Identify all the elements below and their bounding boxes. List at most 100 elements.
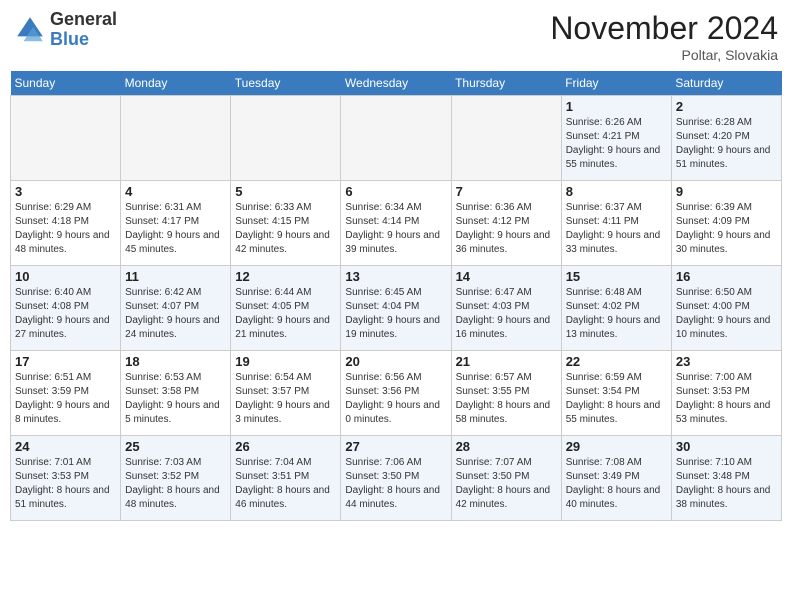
calendar-day: 20Sunrise: 6:56 AM Sunset: 3:56 PM Dayli… <box>341 351 451 436</box>
day-number: 17 <box>15 354 116 369</box>
day-info: Sunrise: 6:44 AM Sunset: 4:05 PM Dayligh… <box>235 286 336 342</box>
day-info: Sunrise: 6:42 AM Sunset: 4:07 PM Dayligh… <box>125 286 226 342</box>
calendar-week-5: 24 Sunrise: 7:01 AM Sunset: 3:53 PM Dayli… <box>11 436 782 521</box>
day-info: Sunrise: 7:03 AM Sunset: 3:52 PM Dayligh… <box>125 456 226 512</box>
logo: General Blue <box>14 10 117 50</box>
day-number: 29 <box>566 439 667 454</box>
day-number: 13 <box>345 269 446 284</box>
calendar-day: 7 Sunrise: 6:36 AM Sunset: 4:12 PM Daylig… <box>451 181 561 266</box>
calendar-day: 11 Sunrise: 6:42 AM Sunset: 4:07 PM Dayli… <box>121 266 231 351</box>
calendar-day: 15 Sunrise: 6:48 AM Sunset: 4:02 PM Dayli… <box>561 266 671 351</box>
calendar-table: SundayMondayTuesdayWednesdayThursdayFrid… <box>10 71 782 521</box>
day-number: 25 <box>125 439 226 454</box>
day-info: Sunrise: 6:36 AM Sunset: 4:12 PM Dayligh… <box>456 201 557 257</box>
calendar-day: 2Sunrise: 6:28 AM Sunset: 4:20 PM Daylig… <box>671 96 781 181</box>
calendar-day: 4 Sunrise: 6:31 AM Sunset: 4:17 PM Daylig… <box>121 181 231 266</box>
calendar-week-4: 17 Sunrise: 6:51 AM Sunset: 3:59 PM Dayli… <box>11 351 782 436</box>
day-number: 2 <box>676 99 777 114</box>
calendar-body: 1Sunrise: 6:26 AM Sunset: 4:21 PM Daylig… <box>11 96 782 521</box>
day-header-thursday: Thursday <box>451 71 561 96</box>
day-number: 11 <box>125 269 226 284</box>
day-number: 5 <box>235 184 336 199</box>
day-info: Sunrise: 6:31 AM Sunset: 4:17 PM Dayligh… <box>125 201 226 257</box>
day-info: Sunrise: 7:08 AM Sunset: 3:49 PM Dayligh… <box>566 456 667 512</box>
day-header-saturday: Saturday <box>671 71 781 96</box>
calendar-day: 6 Sunrise: 6:34 AM Sunset: 4:14 PM Daylig… <box>341 181 451 266</box>
day-header-sunday: Sunday <box>11 71 121 96</box>
calendar-day: 29 Sunrise: 7:08 AM Sunset: 3:49 PM Dayli… <box>561 436 671 521</box>
day-info: Sunrise: 7:01 AM Sunset: 3:53 PM Dayligh… <box>15 456 116 512</box>
calendar-day: 8 Sunrise: 6:37 AM Sunset: 4:11 PM Daylig… <box>561 181 671 266</box>
day-info: Sunrise: 6:59 AM Sunset: 3:54 PM Dayligh… <box>566 371 667 427</box>
day-number: 14 <box>456 269 557 284</box>
day-number: 21 <box>456 354 557 369</box>
calendar-day <box>231 96 341 181</box>
day-number: 7 <box>456 184 557 199</box>
day-info: Sunrise: 6:50 AM Sunset: 4:00 PM Dayligh… <box>676 286 777 342</box>
day-number: 8 <box>566 184 667 199</box>
day-info: Sunrise: 6:51 AM Sunset: 3:59 PM Dayligh… <box>15 371 116 427</box>
day-info: Sunrise: 6:34 AM Sunset: 4:14 PM Dayligh… <box>345 201 446 257</box>
day-info: Sunrise: 6:47 AM Sunset: 4:03 PM Dayligh… <box>456 286 557 342</box>
day-info: Sunrise: 6:33 AM Sunset: 4:15 PM Dayligh… <box>235 201 336 257</box>
logo-icon <box>14 14 46 46</box>
logo-blue-text: Blue <box>50 30 117 50</box>
calendar-day: 13 Sunrise: 6:45 AM Sunset: 4:04 PM Dayli… <box>341 266 451 351</box>
title-block: November 2024 Poltar, Slovakia <box>550 10 778 63</box>
day-header-tuesday: Tuesday <box>231 71 341 96</box>
day-info: Sunrise: 7:07 AM Sunset: 3:50 PM Dayligh… <box>456 456 557 512</box>
calendar-day: 27 Sunrise: 7:06 AM Sunset: 3:50 PM Dayli… <box>341 436 451 521</box>
day-info: Sunrise: 7:06 AM Sunset: 3:50 PM Dayligh… <box>345 456 446 512</box>
day-info: Sunrise: 6:37 AM Sunset: 4:11 PM Dayligh… <box>566 201 667 257</box>
day-number: 6 <box>345 184 446 199</box>
calendar-day: 28Sunrise: 7:07 AM Sunset: 3:50 PM Dayli… <box>451 436 561 521</box>
calendar-day: 18 Sunrise: 6:53 AM Sunset: 3:58 PM Dayli… <box>121 351 231 436</box>
day-number: 1 <box>566 99 667 114</box>
calendar-day <box>11 96 121 181</box>
logo-general-text: General <box>50 10 117 30</box>
day-info: Sunrise: 6:29 AM Sunset: 4:18 PM Dayligh… <box>15 201 116 257</box>
day-number: 16 <box>676 269 777 284</box>
calendar-day: 3 Sunrise: 6:29 AM Sunset: 4:18 PM Daylig… <box>11 181 121 266</box>
calendar-day: 26Sunrise: 7:04 AM Sunset: 3:51 PM Dayli… <box>231 436 341 521</box>
day-info: Sunrise: 6:48 AM Sunset: 4:02 PM Dayligh… <box>566 286 667 342</box>
day-info: Sunrise: 6:39 AM Sunset: 4:09 PM Dayligh… <box>676 201 777 257</box>
day-number: 22 <box>566 354 667 369</box>
day-number: 12 <box>235 269 336 284</box>
day-header-wednesday: Wednesday <box>341 71 451 96</box>
day-number: 18 <box>125 354 226 369</box>
day-info: Sunrise: 6:45 AM Sunset: 4:04 PM Dayligh… <box>345 286 446 342</box>
days-of-week-row: SundayMondayTuesdayWednesdayThursdayFrid… <box>11 71 782 96</box>
calendar-header: SundayMondayTuesdayWednesdayThursdayFrid… <box>11 71 782 96</box>
day-info: Sunrise: 6:57 AM Sunset: 3:55 PM Dayligh… <box>456 371 557 427</box>
calendar-day <box>121 96 231 181</box>
day-number: 9 <box>676 184 777 199</box>
calendar-day: 5 Sunrise: 6:33 AM Sunset: 4:15 PM Daylig… <box>231 181 341 266</box>
day-info: Sunrise: 6:54 AM Sunset: 3:57 PM Dayligh… <box>235 371 336 427</box>
day-header-friday: Friday <box>561 71 671 96</box>
calendar-day: 9 Sunrise: 6:39 AM Sunset: 4:09 PM Daylig… <box>671 181 781 266</box>
calendar-week-2: 3 Sunrise: 6:29 AM Sunset: 4:18 PM Daylig… <box>11 181 782 266</box>
calendar-day: 23Sunrise: 7:00 AM Sunset: 3:53 PM Dayli… <box>671 351 781 436</box>
calendar-day: 12 Sunrise: 6:44 AM Sunset: 4:05 PM Dayli… <box>231 266 341 351</box>
day-number: 3 <box>15 184 116 199</box>
month-title: November 2024 <box>550 10 778 47</box>
day-number: 27 <box>345 439 446 454</box>
day-info: Sunrise: 7:10 AM Sunset: 3:48 PM Dayligh… <box>676 456 777 512</box>
day-number: 15 <box>566 269 667 284</box>
day-info: Sunrise: 6:53 AM Sunset: 3:58 PM Dayligh… <box>125 371 226 427</box>
calendar-day: 14 Sunrise: 6:47 AM Sunset: 4:03 PM Dayli… <box>451 266 561 351</box>
day-number: 26 <box>235 439 336 454</box>
calendar-week-1: 1Sunrise: 6:26 AM Sunset: 4:21 PM Daylig… <box>11 96 782 181</box>
day-number: 24 <box>15 439 116 454</box>
day-number: 30 <box>676 439 777 454</box>
calendar-day: 17 Sunrise: 6:51 AM Sunset: 3:59 PM Dayli… <box>11 351 121 436</box>
calendar-day: 25 Sunrise: 7:03 AM Sunset: 3:52 PM Dayli… <box>121 436 231 521</box>
day-number: 4 <box>125 184 226 199</box>
day-number: 20 <box>345 354 446 369</box>
day-number: 19 <box>235 354 336 369</box>
calendar-day: 30 Sunrise: 7:10 AM Sunset: 3:48 PM Dayli… <box>671 436 781 521</box>
calendar-day <box>451 96 561 181</box>
location-subtitle: Poltar, Slovakia <box>550 47 778 63</box>
day-info: Sunrise: 6:40 AM Sunset: 4:08 PM Dayligh… <box>15 286 116 342</box>
